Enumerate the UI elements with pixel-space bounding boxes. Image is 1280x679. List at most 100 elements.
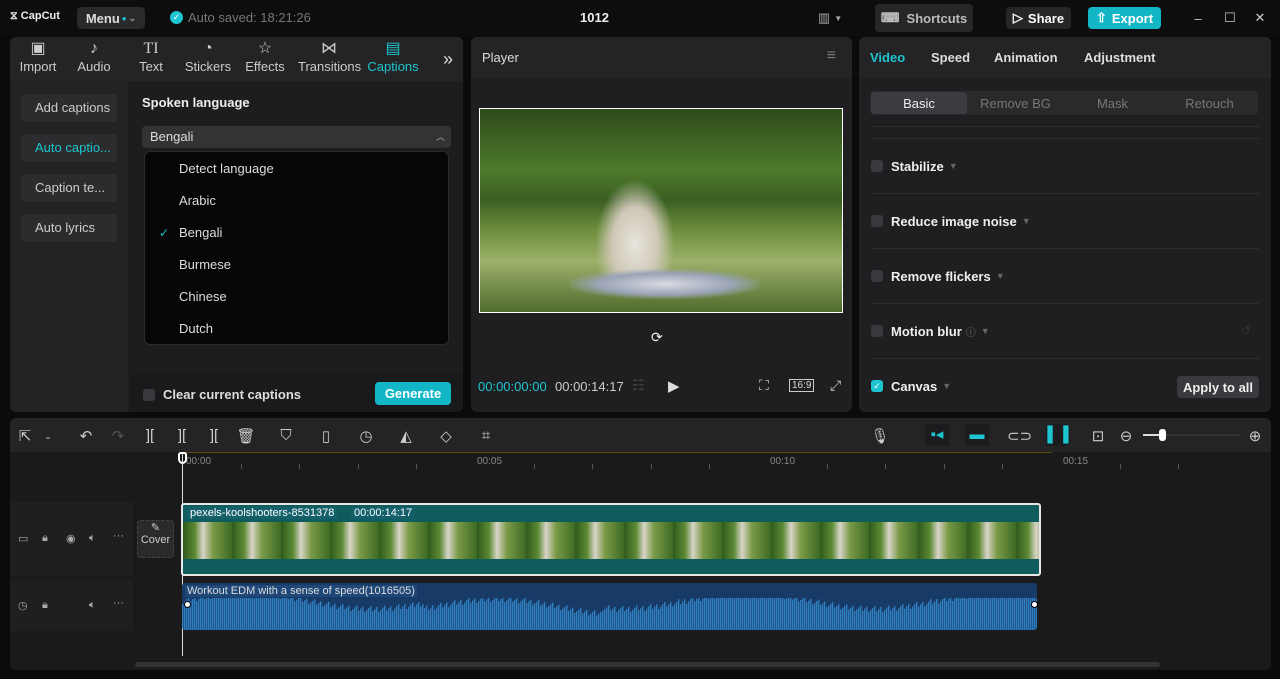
subtab-basic[interactable]: Basic <box>871 92 967 114</box>
split-icon[interactable]: ][ <box>140 427 160 444</box>
language-option[interactable]: Dutch <box>145 313 448 345</box>
audio-clip[interactable]: Workout EDM with a sense of speed(101650… <box>182 583 1037 630</box>
undo-icon[interactable]: ↶ <box>76 427 96 445</box>
sub-tabs: Basic Remove BG Mask Retouch <box>870 91 1258 115</box>
language-option-selected[interactable]: ✓ Bengali <box>145 217 448 249</box>
redo-icon[interactable]: ↷ <box>108 427 128 445</box>
fade-in-handle[interactable] <box>184 601 191 608</box>
delete-icon[interactable]: 🗑 <box>236 427 256 445</box>
speaker-icon[interactable]: 🔈︎ <box>89 599 96 612</box>
video-clip[interactable]: pexels-koolshooters-8531378 00:00:14:17 <box>181 503 1041 576</box>
split-left-icon[interactable]: ][ <box>172 427 192 444</box>
subtab-retouch[interactable]: Retouch <box>1161 92 1258 114</box>
auto-captions-button[interactable]: Auto captio... <box>21 134 117 162</box>
auto-snap-icon[interactable]: ▬ <box>965 424 989 446</box>
zoom-in-icon[interactable]: ⊕ <box>1245 427 1265 445</box>
video-preview[interactable] <box>479 108 843 313</box>
caption-templates-button[interactable]: Caption te... <box>21 174 117 202</box>
language-option[interactable]: Burmese <box>145 249 448 281</box>
aspect-ratio-button[interactable]: 16:9 <box>789 379 815 392</box>
clear-captions-checkbox[interactable]: Clear current captions <box>143 387 301 402</box>
help-icon[interactable]: ⓘ <box>966 324 976 339</box>
subtab-remove-bg[interactable]: Remove BG <box>967 92 1064 114</box>
language-option[interactable]: Chinese <box>145 281 448 313</box>
tab-transitions[interactable]: ⋈ Transitions <box>298 37 361 81</box>
reset-icon[interactable]: ↺ <box>1240 323 1251 339</box>
rotate-icon[interactable]: ◇ <box>436 427 456 445</box>
crop-icon[interactable]: ⌗ <box>476 427 496 444</box>
maximize-button[interactable]: ☐ <box>1220 8 1240 28</box>
tab-effects[interactable]: ☆ Effects <box>237 37 293 81</box>
motion-blur-option[interactable]: Motion blur ⓘ ▼ ↺ <box>871 303 1259 358</box>
language-option[interactable]: Arabic <box>145 185 448 217</box>
export-button[interactable]: ⇧ Export <box>1088 7 1161 29</box>
chevron-down-icon[interactable]: ⌄ <box>38 431 58 442</box>
microphone-icon[interactable]: 🎙 <box>870 427 890 445</box>
tab-captions[interactable]: ▤ Captions <box>365 37 421 81</box>
stabilize-option[interactable]: Stabilize ▼ <box>871 138 1259 193</box>
marker-icon[interactable]: ⛉ <box>276 427 296 444</box>
auto-lyrics-button[interactable]: Auto lyrics <box>21 214 117 242</box>
audio-clip-name: Workout EDM with a sense of speed(101650… <box>185 585 417 597</box>
horizontal-scrollbar[interactable] <box>135 662 1160 667</box>
more-icon[interactable]: ··· <box>113 530 124 542</box>
eye-icon[interactable]: ◉ <box>66 532 76 545</box>
tab-audio[interactable]: ♪ Audio <box>66 37 122 81</box>
main-track-magnet-icon[interactable]: ▪◂ <box>925 424 949 446</box>
remove-flickers-option[interactable]: Remove flickers ▼ <box>871 248 1259 303</box>
subtab-mask[interactable]: Mask <box>1064 92 1161 114</box>
checkbox-checked-icon[interactable]: ✓ <box>871 380 883 392</box>
zoom-fit-icon[interactable]: ⛶ <box>759 377 769 394</box>
apply-to-all-button[interactable]: Apply to all <box>1177 376 1259 398</box>
time-ruler[interactable]: 00:00 00:05 00:10 00:15 <box>10 452 1271 470</box>
preview-axis-icon[interactable]: ▌▐ <box>1046 424 1070 446</box>
split-right-icon[interactable]: ][ <box>204 427 224 444</box>
checkbox-icon[interactable] <box>871 160 883 172</box>
checkbox-icon[interactable] <box>871 270 883 282</box>
lock-icon[interactable]: 🔒︎ <box>42 599 48 612</box>
generate-button[interactable]: Generate <box>375 382 451 405</box>
picnic-blanket <box>570 269 760 299</box>
link-icon[interactable]: ⊂⊃ <box>1007 427 1032 445</box>
checkmark-icon: ✓ <box>159 226 170 240</box>
tab-video[interactable]: Video <box>870 50 905 65</box>
zoom-slider[interactable] <box>1143 429 1239 441</box>
zoom-slider-handle[interactable] <box>1159 429 1167 441</box>
zoom-to-fit-icon[interactable]: ⊡ <box>1088 427 1108 445</box>
lock-icon[interactable]: 🔒︎ <box>42 532 48 545</box>
more-icon[interactable]: ··· <box>113 597 124 609</box>
minimize-button[interactable]: – <box>1188 8 1208 28</box>
fullscreen-icon[interactable]: ⤢ <box>830 377 841 394</box>
tab-animation[interactable]: Animation <box>994 50 1058 65</box>
speaker-icon[interactable]: 🔈︎ <box>89 532 96 545</box>
checkbox-icon[interactable] <box>871 325 883 337</box>
reverse-icon[interactable]: ◷ <box>356 427 376 445</box>
rotate-icon[interactable]: ⟳ <box>651 329 663 346</box>
freeze-icon[interactable]: ▯ <box>316 427 336 445</box>
language-option[interactable]: Detect language <box>145 153 448 185</box>
tab-text[interactable]: TI Text <box>123 37 179 81</box>
share-button[interactable]: ▷ Share <box>1006 7 1071 29</box>
mirror-icon[interactable]: ◭ <box>396 427 416 445</box>
select-tool-icon[interactable]: ⇱ <box>15 427 35 445</box>
menu-button[interactable]: Menu ● ⌄ <box>77 7 145 29</box>
tab-speed[interactable]: Speed <box>931 50 970 65</box>
zoom-out-icon[interactable]: ⊖ <box>1116 427 1136 445</box>
tab-import[interactable]: ▣ Import <box>10 37 66 81</box>
checkbox-icon[interactable] <box>871 215 883 227</box>
tab-stickers[interactable]: ◔ Stickers <box>180 37 236 81</box>
reduce-noise-option[interactable]: Reduce image noise ▼ <box>871 193 1259 248</box>
tab-adjustment[interactable]: Adjustment <box>1084 50 1156 65</box>
menu-icon[interactable]: ≡ <box>827 47 836 65</box>
shortcuts-button[interactable]: ⌨ Shortcuts <box>875 4 973 32</box>
close-button[interactable]: ✕ <box>1250 8 1270 28</box>
fade-out-handle[interactable] <box>1031 601 1038 608</box>
layout-button[interactable]: ▥ ▼ <box>812 8 848 28</box>
spoken-language-select[interactable]: Bengali ︿ <box>142 126 451 148</box>
canvas-option[interactable]: ✓ Canvas ▼ Apply to all <box>871 358 1259 412</box>
cover-button[interactable]: ✎ Cover <box>137 520 174 558</box>
waveform-toggle-icon[interactable]: ☷ <box>632 377 645 394</box>
more-tabs-button[interactable]: » <box>438 49 458 69</box>
play-button[interactable]: ▶ <box>668 377 680 395</box>
add-captions-button[interactable]: Add captions <box>21 94 117 122</box>
